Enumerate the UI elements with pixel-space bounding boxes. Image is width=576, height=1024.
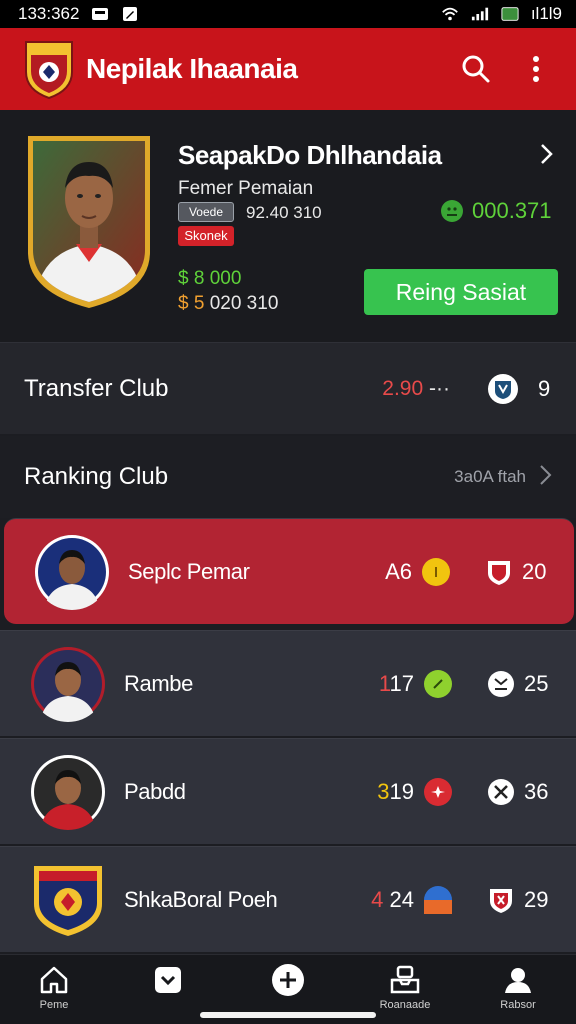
ranking-score-lead: 3 [377, 778, 390, 804]
app-bar: Nepilak Ihaanaia [0, 28, 576, 110]
player-position: Femer Pemaian [178, 178, 314, 199]
player-photo [24, 132, 154, 310]
ranking-score: 4 24 [371, 887, 414, 913]
form-indicator-icon [424, 669, 452, 698]
chevron-right-icon[interactable] [534, 142, 558, 166]
avatar [30, 862, 106, 938]
status-time: 133:362 [18, 4, 80, 23]
app-title: Nepilak Ihaanaia [86, 53, 298, 84]
form-indicator-icon [424, 885, 452, 914]
nav-add[interactable] [243, 963, 333, 997]
ranking-points: 20 [522, 558, 547, 584]
ranking-score-lead: 4 [371, 886, 384, 912]
profile-icon [501, 963, 535, 997]
ranking-score: 319 [377, 779, 414, 805]
club-badge-icon [486, 669, 516, 699]
club-badge-icon [486, 885, 516, 915]
status-right: ıl1l9 [441, 4, 562, 24]
club-badge-icon [484, 557, 514, 587]
balance: 000.371 [440, 198, 552, 224]
ranking-score-lead: 1 [378, 670, 390, 696]
notification-icon [91, 6, 109, 22]
ranking-club-label: Ranking Club [24, 463, 169, 490]
search-button[interactable] [454, 47, 498, 91]
search-icon [462, 55, 490, 83]
player-salary: $ 8 000 [178, 268, 242, 289]
ranking-player-name: Rambe [124, 670, 193, 696]
more-options-button[interactable] [514, 47, 558, 91]
chevron-right-icon[interactable] [538, 464, 552, 491]
status-right-text: ıl1l9 [530, 4, 562, 23]
ranking-score-rest: 19 [389, 778, 414, 804]
transfer-value: 2.90 -·· [382, 377, 450, 401]
ranking-club-header: Ranking Club 3a0A ftah [0, 436, 576, 518]
ranking-player-name: Seplc Pemar [128, 558, 250, 584]
wifi-icon [441, 6, 459, 22]
player-profile-card[interactable]: SeapakDo Dhlhandaia Femer Pemaian Voede … [0, 110, 576, 342]
home-icon [37, 963, 71, 997]
player-status-badge: Skonek [178, 226, 234, 246]
ranking-score-rest: 24 [389, 886, 414, 912]
ranking-score: 117 [379, 671, 414, 697]
player-market-value: $ 5 020 310 [178, 293, 278, 315]
avatar [30, 646, 106, 722]
battery-icon [501, 6, 519, 22]
nav-transfer-label: Roanaade [379, 999, 431, 1011]
ranking-points: 25 [524, 670, 549, 696]
form-indicator-icon [424, 777, 452, 806]
ranking-score-rest: 17 [389, 670, 414, 696]
club-badge-icon [488, 373, 518, 404]
ranking-row[interactable]: Pabdd 319 36 [0, 738, 576, 844]
ranking-row[interactable]: Rambe 117 25 [0, 630, 576, 736]
ranking-score-rest: 6 [399, 558, 412, 584]
club-badge-icon [486, 777, 516, 807]
avatar [34, 534, 110, 610]
inbox-icon [388, 963, 422, 997]
status-bar: 133:362 ıl1l9 [0, 0, 576, 28]
player-tag-value: 92.40 310 [246, 203, 322, 222]
market-value-currency: $ 5 [178, 293, 205, 314]
add-icon [271, 963, 305, 997]
player-name: SeapakDo Dhlhandaia [178, 140, 442, 170]
nav-transfer[interactable]: Roanaade [360, 963, 450, 1011]
transfer-value-number: 2.90 [382, 376, 424, 400]
ranking-score-lead: A [385, 558, 400, 584]
balance-value: 000.371 [472, 198, 552, 223]
nav-cards[interactable] [123, 963, 213, 997]
nav-profile-label: Rabsor [500, 999, 536, 1011]
transfer-club-row[interactable]: Transfer Club 2.90 -·· 9 [0, 342, 576, 434]
edit-icon [121, 6, 139, 22]
home-indicator[interactable] [200, 1012, 376, 1018]
ranking-score: A6 [385, 559, 412, 585]
ranking-row[interactable]: ShkaBoral Poeh 4 24 29 [0, 846, 576, 952]
form-indicator-icon [422, 557, 450, 586]
ranking-points: 29 [524, 886, 549, 912]
player-tag-badge: Voede [178, 202, 234, 222]
ranking-see-all-link[interactable]: 3a0A ftah [454, 467, 526, 487]
status-left: 133:362 [18, 4, 139, 24]
signal-icon [471, 6, 489, 22]
ranking-player-name: Pabdd [124, 778, 186, 804]
ranking-points: 36 [524, 778, 549, 804]
ranking-player-name: ShkaBoral Poeh [124, 886, 278, 912]
transfer-count: 9 [538, 375, 551, 401]
transfer-value-suffix: -·· [423, 376, 450, 400]
ranking-row[interactable]: Seplc Pemar A6 20 [4, 518, 574, 624]
primary-action-button[interactable]: Reing Sasiat [364, 269, 558, 315]
card-icon [151, 963, 185, 997]
nav-home-label: Peme [39, 999, 69, 1011]
nav-profile[interactable]: Rabsor [473, 963, 563, 1011]
avatar [30, 754, 106, 830]
nav-home[interactable]: Peme [9, 963, 99, 1011]
transfer-club-label: Transfer Club [24, 374, 169, 402]
more-vertical-icon [533, 56, 539, 82]
coin-icon [440, 199, 464, 223]
market-value-amount: 020 310 [209, 293, 279, 314]
club-crest-logo [22, 38, 76, 100]
